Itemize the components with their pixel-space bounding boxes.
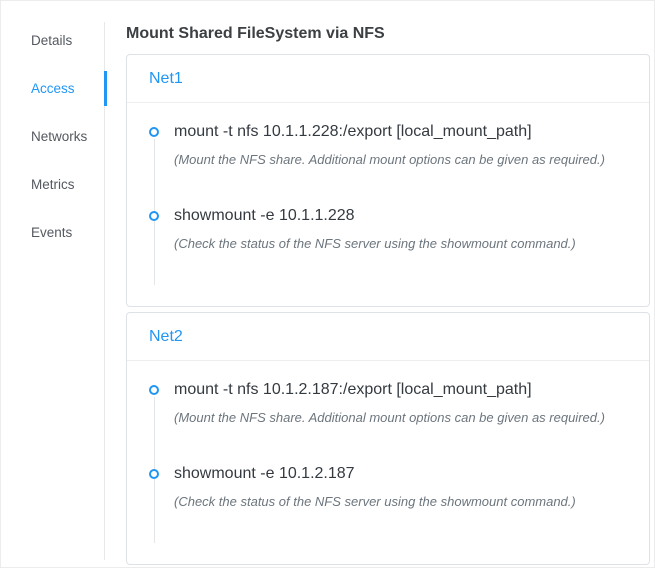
- command-text: mount -t nfs 10.1.2.187:/export [local_m…: [174, 381, 627, 399]
- sidebar: Details Access Networks Metrics Events: [1, 1, 105, 567]
- card-body: mount -t nfs 10.1.2.187:/export [local_m…: [127, 361, 649, 564]
- card-body: mount -t nfs 10.1.1.228:/export [local_m…: [127, 103, 649, 306]
- command-description: (Mount the NFS share. Additional mount o…: [174, 152, 627, 167]
- sidebar-item-label: Networks: [31, 129, 87, 144]
- list-item: showmount -e 10.1.2.187 (Check the statu…: [149, 465, 627, 509]
- main-content: Mount Shared FileSystem via NFS Net1 mou…: [105, 1, 654, 567]
- card-title: Net1: [127, 55, 649, 103]
- command-text: mount -t nfs 10.1.1.228:/export [local_m…: [174, 123, 627, 141]
- command-text: showmount -e 10.1.1.228: [174, 207, 627, 225]
- sidebar-item-events[interactable]: Events: [1, 208, 105, 256]
- sidebar-item-label: Events: [31, 225, 72, 240]
- list-item: showmount -e 10.1.1.228 (Check the statu…: [149, 207, 627, 251]
- step-timeline: mount -t nfs 10.1.2.187:/export [local_m…: [149, 381, 627, 543]
- sidebar-item-label: Access: [31, 81, 75, 96]
- sidebar-item-details[interactable]: Details: [1, 16, 105, 64]
- page-title: Mount Shared FileSystem via NFS: [126, 24, 650, 43]
- network-card-net2: Net2 mount -t nfs 10.1.2.187:/export [lo…: [126, 312, 650, 565]
- circle-bullet-icon: [149, 385, 159, 395]
- access-panel: Details Access Networks Metrics Events M…: [0, 0, 655, 568]
- circle-bullet-icon: [149, 469, 159, 479]
- command-text: showmount -e 10.1.2.187: [174, 465, 627, 483]
- list-item: mount -t nfs 10.1.1.228:/export [local_m…: [149, 123, 627, 167]
- list-item: mount -t nfs 10.1.2.187:/export [local_m…: [149, 381, 627, 425]
- sidebar-item-networks[interactable]: Networks: [1, 112, 105, 160]
- card-title: Net2: [127, 313, 649, 361]
- network-card-net1: Net1 mount -t nfs 10.1.1.228:/export [lo…: [126, 54, 650, 307]
- circle-bullet-icon: [149, 211, 159, 221]
- sidebar-item-label: Details: [31, 33, 72, 48]
- sidebar-item-metrics[interactable]: Metrics: [1, 160, 105, 208]
- sidebar-item-access[interactable]: Access: [1, 64, 105, 112]
- command-description: (Check the status of the NFS server usin…: [174, 236, 627, 251]
- circle-bullet-icon: [149, 127, 159, 137]
- command-description: (Check the status of the NFS server usin…: [174, 494, 627, 509]
- step-timeline: mount -t nfs 10.1.1.228:/export [local_m…: [149, 123, 627, 285]
- sidebar-item-label: Metrics: [31, 177, 75, 192]
- command-description: (Mount the NFS share. Additional mount o…: [174, 410, 627, 425]
